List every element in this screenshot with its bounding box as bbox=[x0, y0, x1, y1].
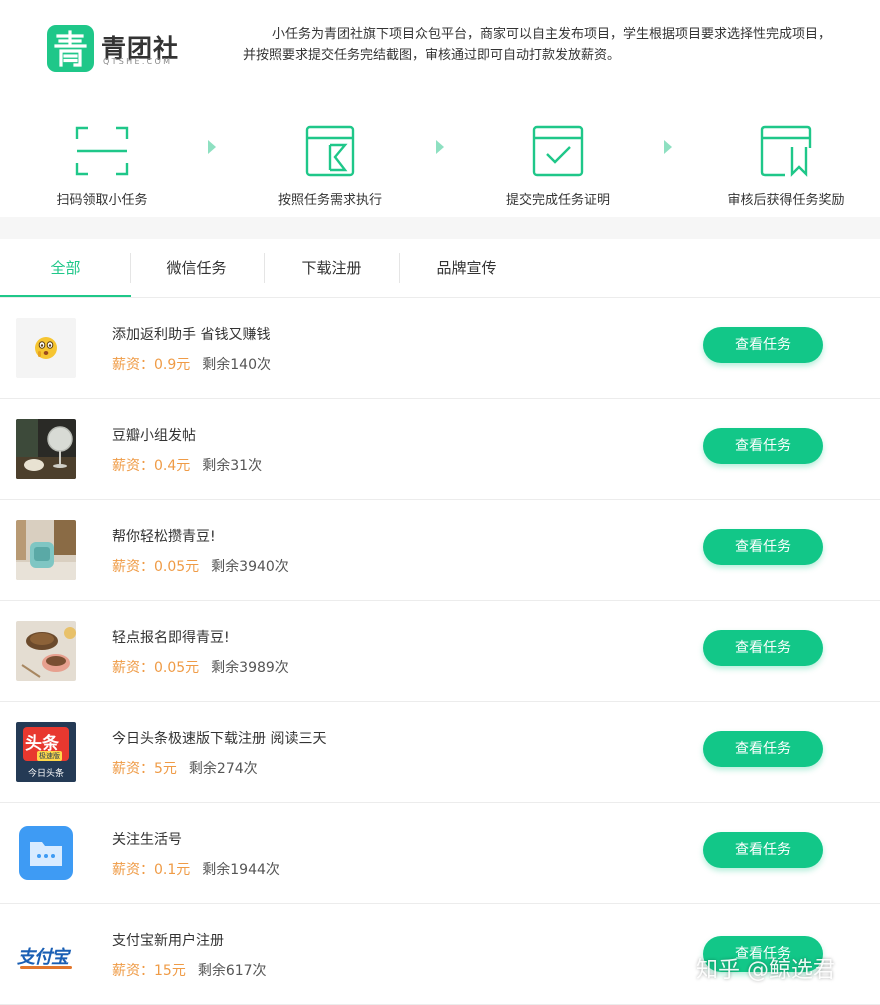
step-scan: 扫码领取小任务 bbox=[12, 95, 192, 217]
task-salary: 薪资：0.05元 bbox=[112, 559, 200, 575]
tab-all[interactable]: 全部 bbox=[0, 239, 131, 297]
task-salary: 薪资：0.1元 bbox=[112, 862, 191, 878]
toutiao-caption: 今日头条 bbox=[27, 769, 64, 779]
tab-divider bbox=[399, 253, 400, 283]
task-meta: 薪资：5元 剩余274次 bbox=[112, 758, 258, 778]
task-item[interactable]: 豆瓣小组发帖 薪资：0.4元 剩余31次 查看任务 bbox=[0, 399, 880, 500]
task-salary: 薪资：0.9元 bbox=[112, 357, 191, 373]
chat-folder-icon bbox=[16, 823, 76, 883]
task-remaining: 剩余140次 bbox=[202, 357, 271, 373]
logo-subtext: QTSHE.COM bbox=[103, 57, 173, 66]
tab-wechat-tasks[interactable]: 微信任务 bbox=[131, 239, 262, 297]
task-salary: 薪资：0.05元 bbox=[112, 660, 200, 676]
step-label: 按照任务需求执行 bbox=[277, 193, 382, 208]
page-header: 青团社 QTSHE.COM 小任务为青团社旗下项目众包平台，商家可以自主发布项目… bbox=[0, 0, 880, 95]
task-title: 添加返利助手 省钱又赚钱 bbox=[112, 327, 271, 343]
tab-download-register[interactable]: 下载注册 bbox=[266, 239, 397, 297]
process-steps: 扫码领取小任务 按照任务需求执行 提交完成任务证明 审核后获得任务奖励 bbox=[0, 95, 880, 217]
intro-text: 小任务为青团社旗下项目众包平台，商家可以自主发布项目，学生根据项目要求选择性完成… bbox=[243, 27, 832, 63]
task-item[interactable]: 头条 极速版 今日头条 今日头条极速版下载注册 阅读三天 薪资：5元 剩余274次… bbox=[0, 702, 880, 803]
emoji-thumbnail bbox=[16, 318, 76, 378]
task-title: 今日头条极速版下载注册 阅读三天 bbox=[112, 731, 327, 747]
task-meta: 薪资：0.05元 剩余3940次 bbox=[112, 556, 289, 576]
task-item[interactable]: 轻点报名即得青豆! 薪资：0.05元 剩余3989次 查看任务 bbox=[0, 601, 880, 702]
reward-bookmark-icon bbox=[758, 123, 814, 179]
task-item[interactable]: 帮你轻松攒青豆! 薪资：0.05元 剩余3940次 查看任务 bbox=[0, 500, 880, 601]
task-remaining: 剩余3989次 bbox=[211, 660, 289, 676]
alipay-logo: 支付宝 bbox=[16, 924, 76, 984]
task-remaining: 剩余3940次 bbox=[211, 559, 289, 575]
task-title: 轻点报名即得青豆! bbox=[112, 630, 230, 646]
task-meta: 薪资：0.1元 剩余1944次 bbox=[112, 859, 280, 879]
task-item[interactable]: 关注生活号 薪资：0.1元 剩余1944次 查看任务 bbox=[0, 803, 880, 904]
arrow-right-icon bbox=[208, 140, 216, 154]
food-photo-thumbnail bbox=[16, 621, 76, 681]
view-task-button[interactable]: 查看任务 bbox=[703, 832, 823, 868]
gadget-photo-thumbnail bbox=[16, 520, 76, 580]
task-meta: 薪资：0.05元 剩余3989次 bbox=[112, 657, 289, 677]
qing-logo-icon bbox=[47, 25, 94, 72]
view-task-button[interactable]: 查看任务 bbox=[703, 327, 823, 363]
section-divider bbox=[0, 217, 880, 239]
view-task-button[interactable]: 查看任务 bbox=[703, 731, 823, 767]
view-task-button[interactable]: 查看任务 bbox=[703, 630, 823, 666]
task-remaining: 剩余274次 bbox=[188, 761, 258, 777]
zhihu-watermark: 知乎 @鲸选君 bbox=[696, 958, 835, 983]
task-meta: 薪资：15元 剩余617次 bbox=[112, 960, 267, 980]
view-task-button[interactable]: 查看任务 bbox=[703, 529, 823, 565]
view-task-button[interactable]: 查看任务 bbox=[703, 428, 823, 464]
task-salary: 薪资：0.4元 bbox=[112, 458, 191, 474]
task-title: 关注生活号 bbox=[112, 832, 182, 848]
checkbox-icon bbox=[530, 123, 586, 179]
toutiao-app-icon: 头条 极速版 今日头条 bbox=[16, 722, 76, 782]
hourglass-icon bbox=[302, 123, 358, 179]
task-title: 帮你轻松攒青豆! bbox=[112, 529, 216, 545]
fan-photo-thumbnail bbox=[16, 419, 76, 479]
tab-brand-promotion[interactable]: 品牌宣传 bbox=[401, 239, 532, 297]
task-remaining: 剩余617次 bbox=[197, 963, 267, 979]
scan-icon bbox=[74, 123, 130, 179]
category-tabs: 全部 微信任务 下载注册 品牌宣传 bbox=[0, 239, 880, 298]
task-list: 添加返利助手 省钱又赚钱 薪资：0.9元 剩余140次 查看任务 豆瓣小组发帖 薪… bbox=[0, 298, 880, 1005]
toutiao-speed-badge: 极速版 bbox=[37, 751, 62, 761]
alipay-swoosh bbox=[20, 966, 72, 969]
task-salary: 薪资：15元 bbox=[112, 963, 186, 979]
task-item[interactable]: 添加返利助手 省钱又赚钱 薪资：0.9元 剩余140次 查看任务 bbox=[0, 298, 880, 399]
task-title: 豆瓣小组发帖 bbox=[112, 428, 196, 444]
step-label: 提交完成任务证明 bbox=[505, 193, 610, 208]
task-remaining: 剩余1944次 bbox=[202, 862, 280, 878]
tab-divider bbox=[264, 253, 265, 283]
task-meta: 薪资：0.9元 剩余140次 bbox=[112, 354, 271, 374]
task-salary: 薪资：5元 bbox=[112, 761, 177, 777]
task-meta: 薪资：0.4元 剩余31次 bbox=[112, 455, 262, 475]
qtshe-logo[interactable]: 青团社 QTSHE.COM bbox=[47, 25, 187, 75]
arrow-right-icon bbox=[664, 140, 672, 154]
step-execute: 按照任务需求执行 bbox=[240, 95, 420, 217]
task-title: 支付宝新用户注册 bbox=[112, 933, 224, 949]
task-remaining: 剩余31次 bbox=[202, 458, 263, 474]
step-label: 扫码领取小任务 bbox=[56, 193, 148, 208]
step-label: 审核后获得任务奖励 bbox=[727, 193, 845, 208]
step-reward: 审核后获得任务奖励 bbox=[696, 95, 876, 217]
step-submit: 提交完成任务证明 bbox=[468, 95, 648, 217]
arrow-right-icon bbox=[436, 140, 444, 154]
